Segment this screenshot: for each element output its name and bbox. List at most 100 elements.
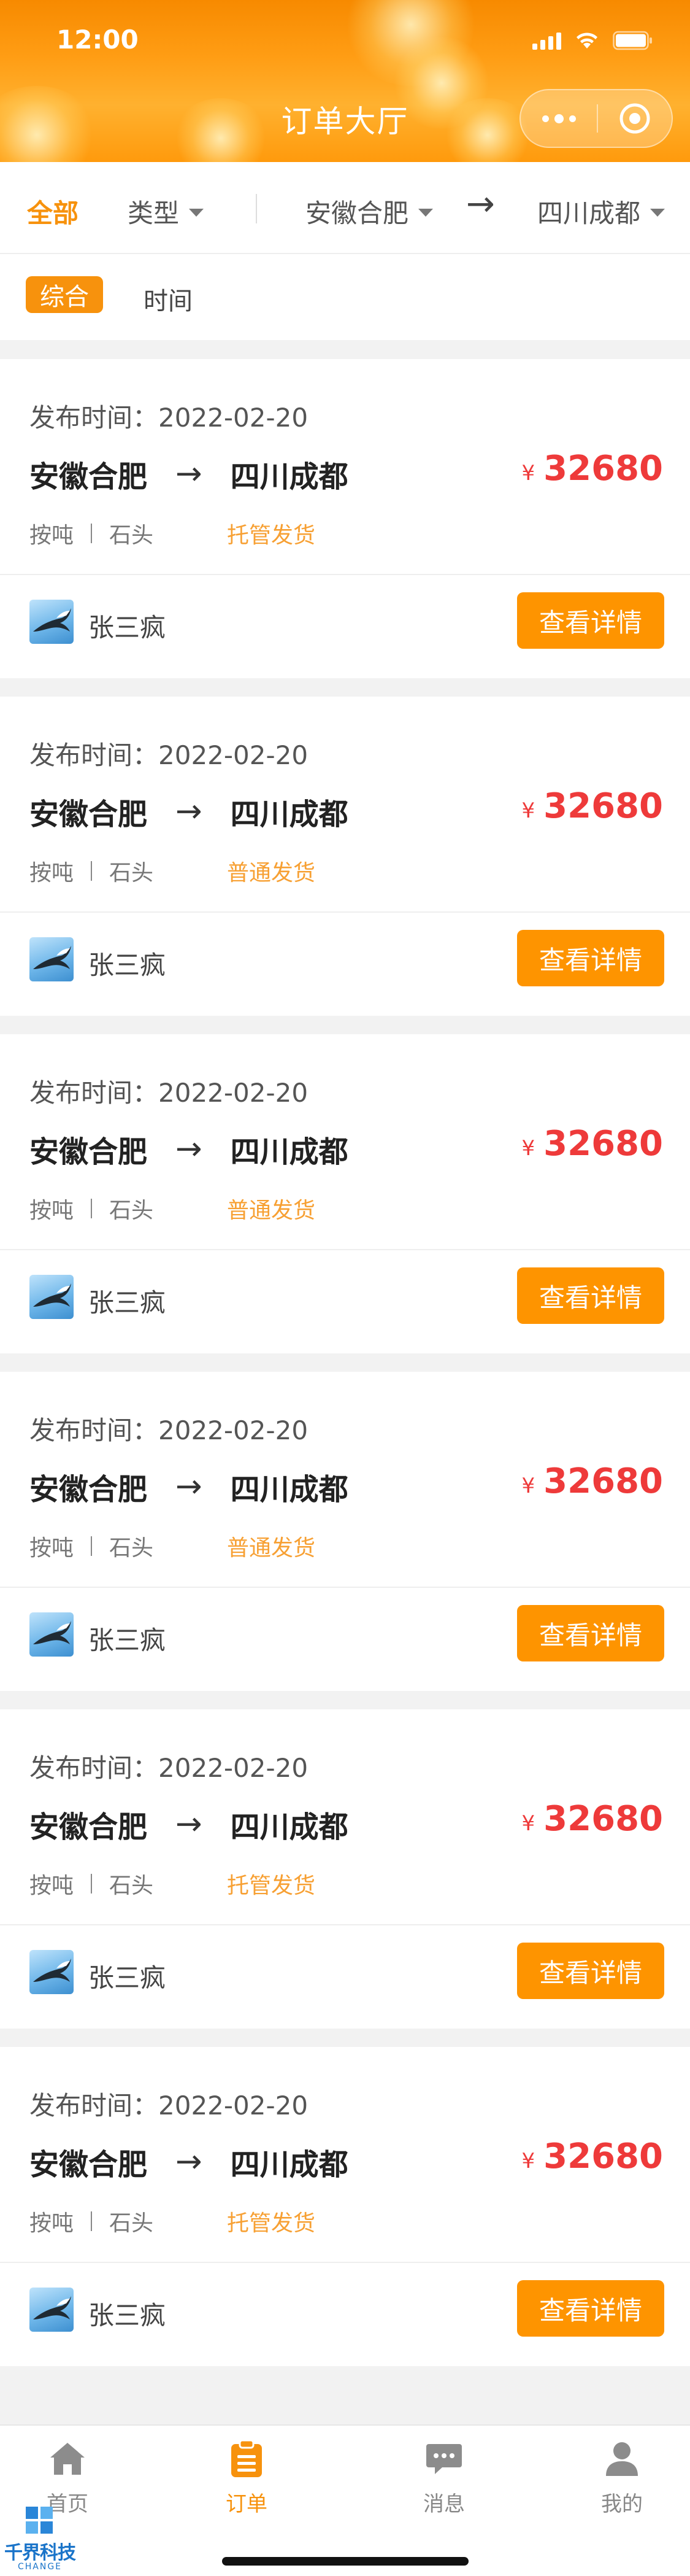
view-details-button[interactable]: 查看详情: [517, 1605, 664, 1661]
publish-time: 发布时间：2022-02-20: [29, 1410, 308, 1447]
chevron-down-icon: [650, 209, 665, 217]
sort-time[interactable]: 时间: [144, 281, 193, 317]
publish-time: 发布时间：2022-02-20: [29, 735, 308, 772]
close-icon[interactable]: [598, 101, 672, 136]
ship-type: 普通发货: [227, 1536, 316, 1561]
tab-messages-label: 消息: [423, 2492, 465, 2516]
price: ¥32680: [522, 1799, 663, 1839]
tab-orders-label: 订单: [226, 2492, 267, 2516]
watermark: 千界科技 CHANGE: [0, 2505, 80, 2576]
filter-divider: [256, 194, 257, 223]
avatar: [29, 1612, 74, 1657]
route-to: 四川成都: [230, 797, 348, 832]
cargo-meta: 按吨 石头 托管发货: [29, 1868, 315, 1900]
tab-orders[interactable]: 订单: [185, 2439, 308, 2517]
route: 安徽合肥 → 四川成都: [29, 1803, 348, 1846]
route-arrow-icon: →: [175, 793, 202, 830]
order-icon: [227, 2439, 266, 2478]
miniapp-capsule: [519, 89, 673, 148]
price-amount: 32680: [543, 1461, 663, 1501]
user-name: 张三疯: [88, 613, 166, 643]
order-card[interactable]: 发布时间：2022-02-20 安徽合肥 → 四川成都 ¥32680 按吨 石头 托管发货张三…: [0, 1709, 690, 2029]
order-card[interactable]: 发布时间：2022-02-20 安徽合肥 → 四川成都 ¥32680 按吨 石头 普通发货 张三…: [0, 1372, 690, 1691]
sort-comprehensive[interactable]: 综合: [26, 276, 103, 313]
user-name: 张三疯: [88, 1288, 166, 1318]
price: ¥32680: [522, 786, 663, 826]
ship-type: 托管发货: [227, 2211, 316, 2236]
cargo-type: 石头: [109, 2211, 154, 2236]
price-amount: 32680: [543, 1124, 663, 1164]
card-divider: [0, 1249, 690, 1250]
filter-to-label: 四川成都: [537, 198, 641, 228]
avatar: [29, 2288, 74, 2332]
filter-from-dropdown[interactable]: 安徽合肥: [305, 193, 434, 230]
publish-time-label: 发布时间：: [29, 1753, 159, 1783]
ship-type: 普通发货: [227, 861, 316, 886]
billing-unit: 按吨: [29, 861, 74, 886]
tab-mine-label: 我的: [601, 2492, 643, 2516]
price-amount: 32680: [543, 1799, 663, 1839]
message-icon: [424, 2439, 464, 2478]
meta-divider: [91, 2211, 93, 2231]
view-details-button[interactable]: 查看详情: [517, 1267, 664, 1324]
filter-from-label: 安徽合肥: [305, 198, 409, 228]
publish-time: 发布时间：2022-02-20: [29, 2085, 308, 2122]
order-card[interactable]: 发布时间：2022-02-20 安徽合肥 → 四川成都 ¥32680 按吨 石头 普通发货 张三…: [0, 1034, 690, 1353]
status-bar: 12:00: [0, 0, 690, 80]
cargo-type: 石头: [109, 1536, 154, 1561]
user-name: 张三疯: [88, 1625, 166, 1655]
cargo-meta: 按吨 石头 托管发货: [29, 2205, 315, 2237]
filter-type-label: 类型: [128, 198, 180, 228]
avatar: [29, 937, 74, 981]
ship-type: 托管发货: [227, 1873, 316, 1898]
watermark-logo: [25, 2505, 54, 2535]
view-details-button[interactable]: 查看详情: [517, 1943, 664, 1999]
view-details-button[interactable]: 查看详情: [517, 592, 664, 649]
chevron-down-icon: [189, 209, 204, 217]
publish-date: 2022-02-20: [158, 403, 309, 433]
route-to: 四川成都: [230, 1135, 348, 1169]
more-icon[interactable]: [521, 90, 597, 147]
route-from: 安徽合肥: [29, 1472, 148, 1507]
filter-all[interactable]: 全部: [27, 193, 79, 230]
meta-divider: [91, 524, 93, 543]
publish-date: 2022-02-20: [158, 2091, 309, 2121]
user-name: 张三疯: [88, 1963, 166, 1993]
chevron-down-icon: [418, 209, 434, 217]
status-icons: [532, 29, 653, 52]
avatar: [29, 1950, 74, 1994]
cargo-type: 石头: [109, 1873, 154, 1898]
meta-divider: [91, 1199, 93, 1218]
route-from: 安徽合肥: [29, 797, 148, 832]
filter-type-dropdown[interactable]: 类型: [128, 193, 204, 230]
view-details-button[interactable]: 查看详情: [517, 2280, 664, 2337]
billing-unit: 按吨: [29, 1873, 74, 1898]
publish-date: 2022-02-20: [158, 1415, 309, 1445]
route: 安徽合肥 → 四川成都: [29, 2140, 348, 2183]
publish-time: 发布时间：2022-02-20: [29, 1747, 308, 1785]
route-from: 安徽合肥: [29, 1135, 148, 1169]
card-divider: [0, 911, 690, 913]
publish-time-label: 发布时间：: [29, 403, 159, 433]
publish-time: 发布时间：2022-02-20: [29, 1072, 308, 1110]
tab-mine[interactable]: 我的: [561, 2439, 683, 2517]
price: ¥32680: [522, 1124, 663, 1164]
route-arrow-icon: →: [175, 1131, 202, 1167]
order-card[interactable]: 发布时间：2022-02-20 安徽合肥 → 四川成都 ¥32680 按吨 石头 托管发货 张三…: [0, 359, 690, 678]
ship-type: 普通发货: [227, 1198, 316, 1223]
price: ¥32680: [522, 449, 663, 489]
order-card[interactable]: 发布时间：2022-02-20 安徽合肥 → 四川成都 ¥32680 按吨 石头 普通发货 张三…: [0, 697, 690, 1016]
publish-time-label: 发布时间：: [29, 2091, 159, 2121]
filter-to-dropdown[interactable]: 四川成都: [537, 193, 665, 230]
billing-unit: 按吨: [29, 1536, 74, 1561]
publish-time-label: 发布时间：: [29, 740, 159, 770]
view-details-button[interactable]: 查看详情: [517, 930, 664, 986]
avatar: [29, 600, 74, 644]
tab-messages[interactable]: 消息: [383, 2439, 505, 2517]
card-divider: [0, 1924, 690, 1925]
route-to: 四川成都: [230, 2148, 348, 2182]
order-card[interactable]: 发布时间：2022-02-20 安徽合肥 → 四川成都 ¥32680 按吨 石头 托管发货 张三…: [0, 2047, 690, 2366]
meta-divider: [91, 861, 93, 881]
status-time: 12:00: [56, 25, 139, 55]
publish-time-label: 发布时间：: [29, 1415, 159, 1445]
